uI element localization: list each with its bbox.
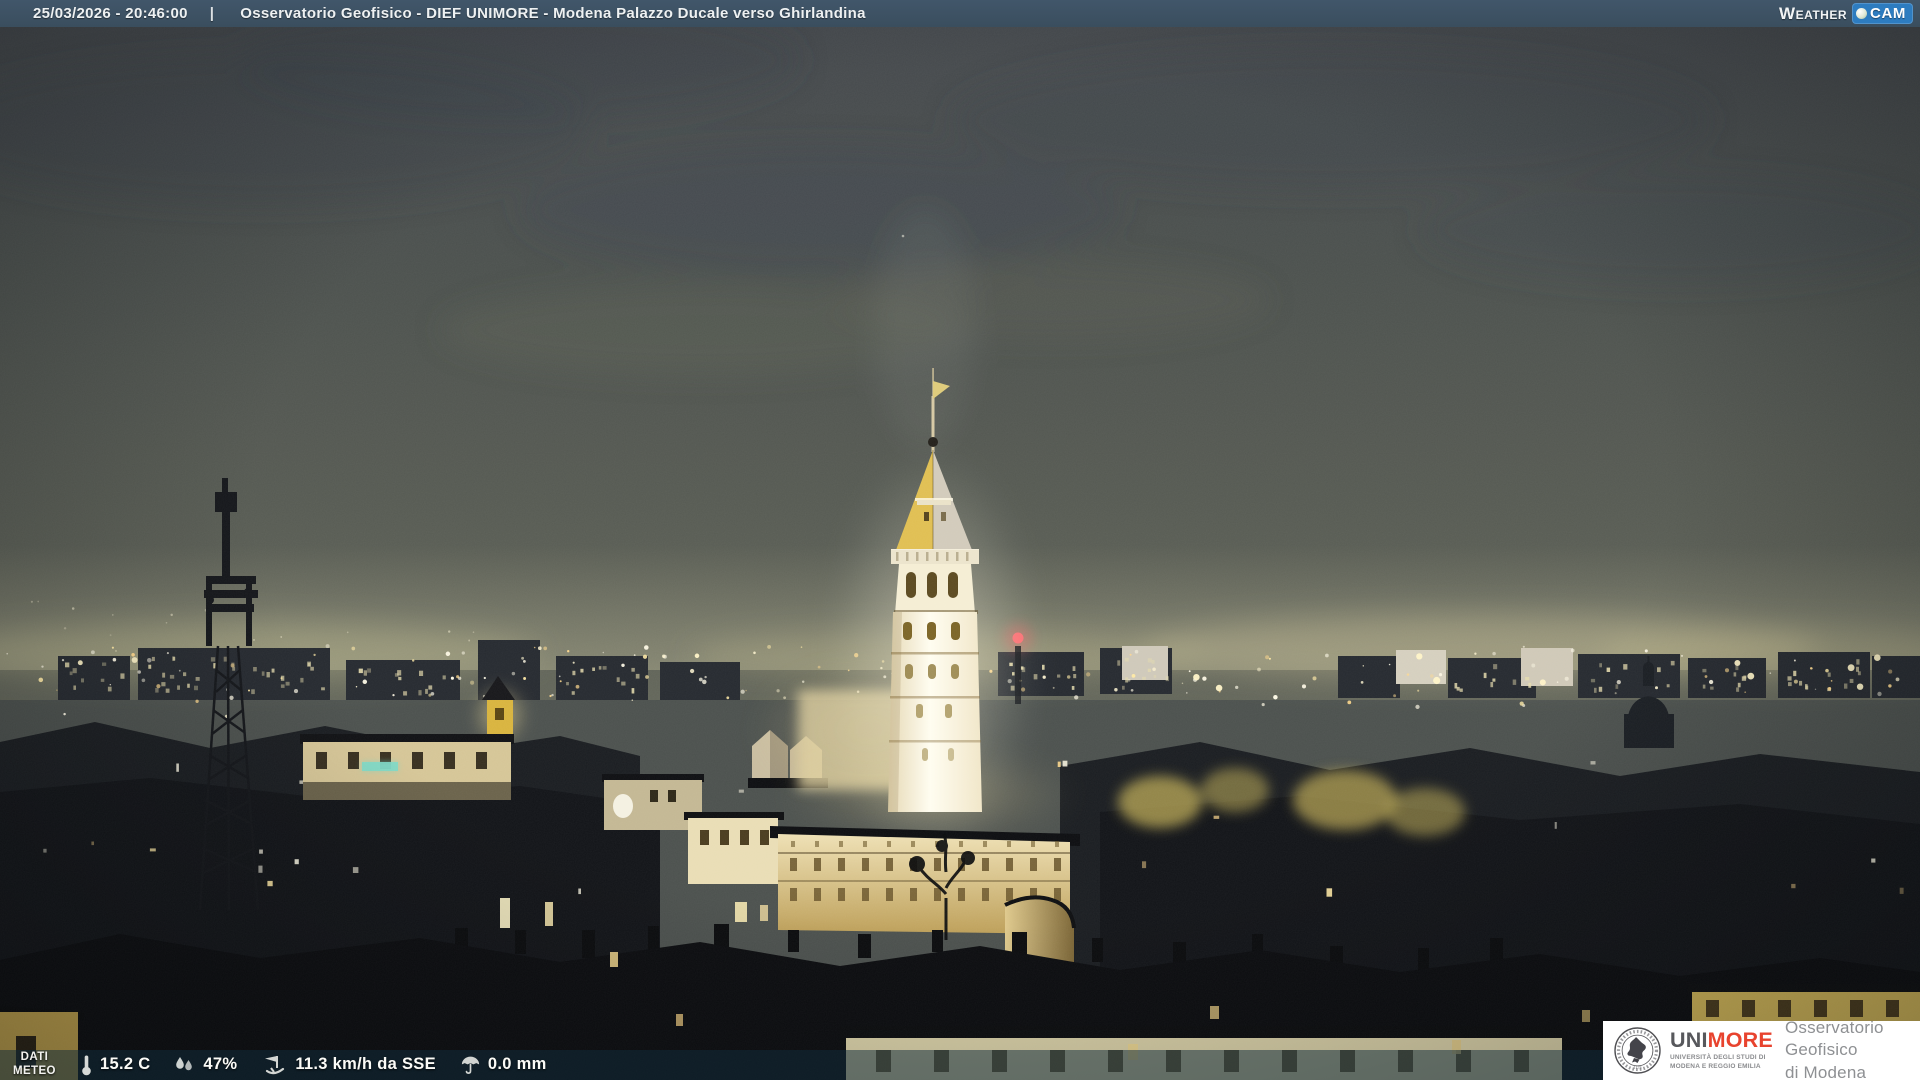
badge-line2: METEO (13, 1065, 56, 1079)
observatory-name: Osservatorio Geofisico di Modena (1785, 1017, 1920, 1080)
night-cityscape-photo (0, 0, 1920, 1080)
film-grain (0, 0, 1920, 1080)
weathercam-word: Weather (1779, 4, 1847, 24)
rain-value: 0.0 mm (488, 1055, 547, 1074)
university-name-line1: UNIVERSITÀ DEGLI STUDI DI (1670, 1054, 1773, 1062)
dati-meteo-badge: DATI METEO (13, 1051, 56, 1079)
rain-icon (460, 1054, 481, 1075)
seal-year: 1175 (1633, 1065, 1641, 1070)
wind-vane-icon (261, 1054, 288, 1075)
timestamp: 25/03/2026 - 20:46:00 (33, 5, 188, 22)
cam-dot-icon (1856, 8, 1867, 19)
camera-title: Osservatorio Geofisico - DIEF UNIMORE - … (240, 5, 866, 22)
weathercam-logo: Weather CAM (1779, 3, 1913, 24)
header-bar: 25/03/2026 - 20:46:00 | Osservatorio Geo… (0, 0, 1920, 27)
humidity-icon (174, 1055, 196, 1074)
unimore-uni: UNI (1670, 1028, 1708, 1052)
header-separator: | (210, 5, 215, 22)
unimore-more: MORE (1708, 1028, 1773, 1052)
webcam-frame: 25/03/2026 - 20:46:00 | Osservatorio Geo… (0, 0, 1920, 1080)
cam-label: CAM (1870, 5, 1906, 22)
wind-reading: 11.3 km/h da SSE (261, 1054, 436, 1075)
temperature-value: 15.2 C (100, 1055, 150, 1074)
unimore-wordmark: UNIMORE UNIVERSITÀ DEGLI STUDI DI MODENA… (1670, 1030, 1773, 1071)
temperature-reading: 15.2 C (80, 1054, 150, 1076)
badge-line1: DATI (13, 1051, 56, 1065)
unimore-seal-logo: 1175 (1614, 1027, 1661, 1074)
weather-readings: 15.2 C 47% 11.3 km/h da SSE 0.0 mm (80, 1052, 571, 1077)
weathercam-cam-badge: CAM (1852, 3, 1913, 24)
thermometer-icon (80, 1054, 93, 1076)
humidity-value: 47% (203, 1055, 237, 1074)
wind-value: 11.3 km/h da SSE (295, 1055, 436, 1074)
university-name-line2: MODENA E REGGIO EMILIA (1670, 1063, 1773, 1071)
unimore-branding-box: 1175 UNIMORE UNIVERSITÀ DEGLI STUDI DI M… (1603, 1021, 1920, 1080)
humidity-reading: 47% (174, 1055, 237, 1074)
rain-reading: 0.0 mm (460, 1054, 547, 1075)
